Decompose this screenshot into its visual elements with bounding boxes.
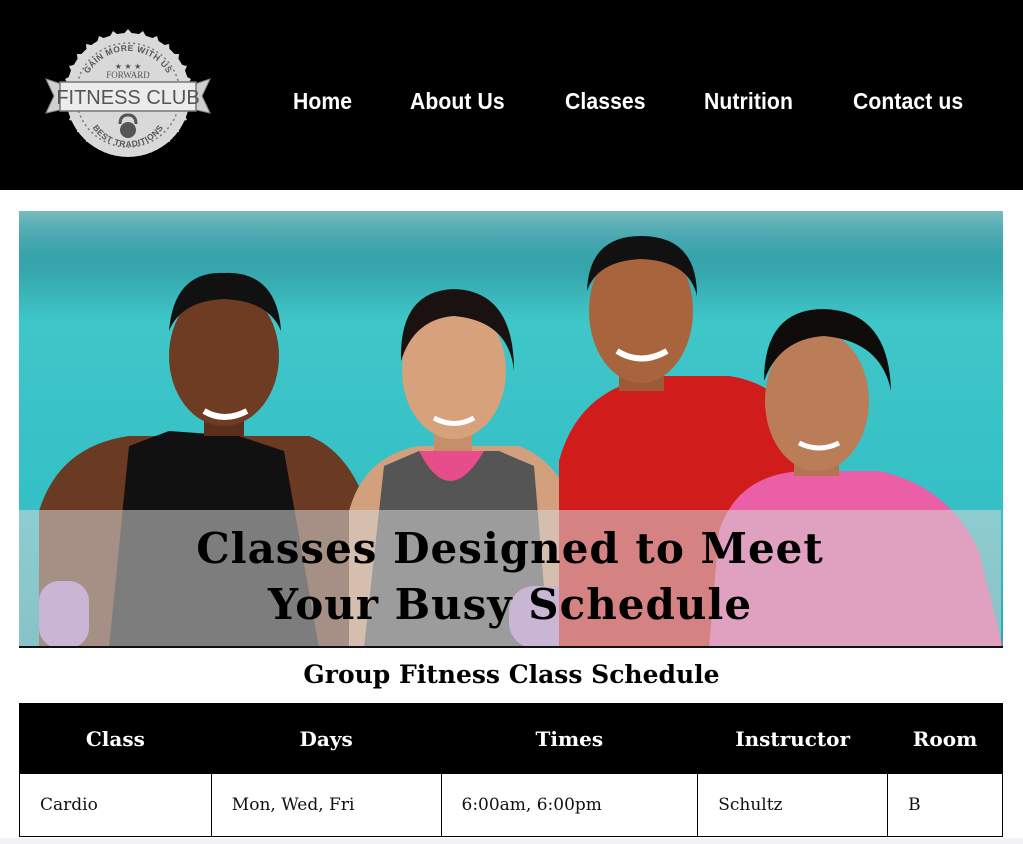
hero-heading: Classes Designed to Meet Your Busy Sched… [19,521,1001,633]
table-row: Cardio Mon, Wed, Fri 6:00am, 6:00pm Schu… [19,773,1003,837]
logo-sub-text: FORWARD [106,70,150,80]
cell-room: B [887,773,1003,837]
schedule-table: Class Days Times Instructor Room Cardio … [19,703,1003,837]
schedule-header-row: Class Days Times Instructor Room [19,703,1003,774]
column-header-times: Times [440,703,699,774]
page-bottom-edge [0,838,1023,844]
nav-nutrition[interactable]: Nutrition [704,88,793,115]
nav-about-us[interactable]: About Us [410,88,505,115]
hero-heading-line2: Your Busy Schedule [267,580,753,629]
column-header-class: Class [19,703,212,774]
cell-instructor: Schultz [697,773,889,837]
fitness-club-logo[interactable]: FITNESS CLUB GAIN MORE WITH US FORWARD ★… [42,27,214,163]
main-nav: Home About Us Classes Nutrition Contact … [293,88,973,115]
column-header-room: Room [887,703,1003,774]
column-header-days: Days [210,703,442,774]
schedule-title: Group Fitness Class Schedule [303,660,720,689]
nav-classes[interactable]: Classes [565,88,646,115]
logo-badge: FITNESS CLUB GAIN MORE WITH US FORWARD ★… [45,29,211,157]
nav-home[interactable]: Home [293,88,352,115]
cell-times: 6:00am, 6:00pm [440,773,699,837]
hero-banner: Classes Designed to Meet Your Busy Sched… [19,211,1003,648]
cell-days: Mon, Wed, Fri [210,773,442,837]
logo-stars-icon: ★ ★ ★ [115,62,142,71]
cell-class: Cardio [19,773,212,837]
logo-name-text: FITNESS CLUB [56,87,199,109]
hero-heading-line1: Classes Designed to Meet [196,524,824,573]
column-header-instructor: Instructor [697,703,889,774]
site-header: FITNESS CLUB GAIN MORE WITH US FORWARD ★… [0,0,1023,190]
nav-contact-us[interactable]: Contact us [853,88,963,115]
